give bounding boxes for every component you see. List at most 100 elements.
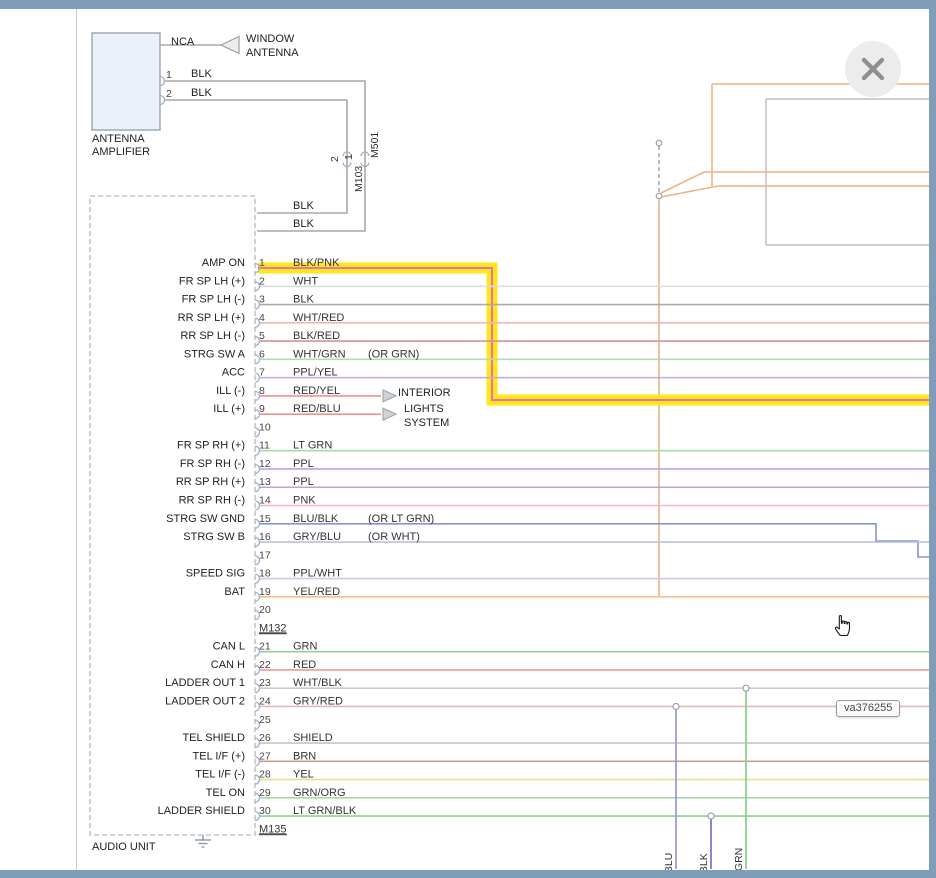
pin-function-label: FR SP RH (+) xyxy=(177,440,245,452)
pin-number: 17 xyxy=(259,549,271,561)
pin-function-label: ACC xyxy=(222,367,245,379)
wire-color-label: BLK xyxy=(191,68,212,80)
window-antenna-label-1: WINDOW xyxy=(246,33,294,45)
wire-color-label: BLK/PNK xyxy=(293,257,340,269)
connector-label-m103[interactable]: M103 xyxy=(353,166,365,192)
system-arrow-icon xyxy=(383,408,396,420)
wiring-diagram-canvas: 1 AMP ON BLK/PNK 2 FR SP LH (+) WHT 3 FR SP LH … xyxy=(0,0,936,878)
junction-node xyxy=(743,685,749,691)
wire-color-label: BLK xyxy=(293,294,314,306)
close-icon xyxy=(845,41,901,97)
wire-color-label: BLK xyxy=(293,218,314,230)
pin-function-label: BAT xyxy=(224,586,245,598)
antenna-amplifier-box[interactable] xyxy=(92,33,160,130)
pin-number: 3 xyxy=(259,294,265,306)
ground-icon xyxy=(195,835,211,847)
wire-color-label: GRY/BLU xyxy=(293,531,341,543)
vertical-wires-layer xyxy=(673,685,749,869)
pin-number: 22 xyxy=(259,659,271,671)
connector-pin-number: 2 xyxy=(329,156,341,162)
pin-function-label: SPEED SIG xyxy=(186,568,245,580)
window-antenna-label-2: ANTENNA xyxy=(246,47,299,59)
pin-number: 6 xyxy=(259,348,265,360)
system-arrow-icon xyxy=(383,390,396,402)
pin-function-label: CAN L xyxy=(213,641,245,653)
pin-rows-layer: 1AMP ONBLK/PNK2FR SP LH (+)WHT3FR SP LH … xyxy=(158,257,929,835)
pin-number: 26 xyxy=(259,732,271,744)
nca-label: NCA xyxy=(171,36,194,48)
wiring-diagram: 1 AMP ON BLK/PNK 2 FR SP LH (+) WHT 3 FR SP LH … xyxy=(0,0,936,878)
pin-number: 15 xyxy=(259,513,271,525)
wire-color-label: PPL xyxy=(293,458,314,470)
pin-function-label: CAN H xyxy=(211,659,245,671)
wire-color-label: RED/YEL xyxy=(293,385,340,397)
wire-color-label: WHT/GRN xyxy=(293,348,346,360)
wire-color-label: GRY/RED xyxy=(293,695,343,707)
wire-color-label: SHIELD xyxy=(293,732,333,744)
connector-label[interactable]: M135 xyxy=(259,823,287,835)
pin-function-label: AMP ON xyxy=(202,257,245,269)
wire-color-label: PPL/YEL xyxy=(293,367,338,379)
highlighted-wire-trace[interactable] xyxy=(258,268,929,400)
wire-orange-branch-2[interactable] xyxy=(661,186,929,197)
pin-function-label: FR SP LH (+) xyxy=(179,275,245,287)
pin-number: 13 xyxy=(259,476,271,488)
pin-number: 9 xyxy=(259,403,265,415)
pin-function-label: TEL I/F (-) xyxy=(195,769,245,781)
wire-color-label: GRN xyxy=(293,641,318,653)
pin-number: 18 xyxy=(259,568,271,580)
antenna-amplifier-label-2: AMPLIFIER xyxy=(92,146,150,158)
wire-color-label: RED/BLU xyxy=(293,403,341,415)
junction-node xyxy=(656,140,662,146)
pin-number: 28 xyxy=(259,769,271,781)
wire-color-label: PPL/WHT xyxy=(293,568,342,580)
pin-number: 20 xyxy=(259,604,271,616)
antenna-amplifier-label-1: ANTENNA xyxy=(92,133,145,145)
pin-number: 12 xyxy=(259,458,271,470)
panel-divider xyxy=(76,9,77,870)
pin-number: 8 xyxy=(259,385,265,397)
wire-color-label: BRN xyxy=(293,750,316,762)
pin-function-label: RR SP LH (-) xyxy=(180,330,245,342)
wire-color-label: WHT xyxy=(293,275,318,287)
pin-number: 30 xyxy=(259,805,271,817)
connector-label-m501[interactable]: M501 xyxy=(369,132,381,158)
wire-color-label: BLK xyxy=(293,200,314,212)
antenna-pin-number: 2 xyxy=(166,88,172,100)
wire-color-label: WHT/RED xyxy=(293,312,344,324)
pin-function-label: TEL SHIELD xyxy=(182,732,245,744)
antenna-pin-number: 1 xyxy=(166,69,172,81)
pin-function-label: STRG SW B xyxy=(183,531,245,543)
pin-number: 1 xyxy=(259,257,265,269)
pin-number: 24 xyxy=(259,695,271,707)
wire-color-label: YEL/RED xyxy=(293,586,340,598)
pin-number: 21 xyxy=(259,641,271,653)
junction-node xyxy=(673,704,679,710)
wire-color-label: YEL xyxy=(293,769,314,781)
wire-color-label: WHT/BLK xyxy=(293,677,343,689)
pin-function-label: STRG SW A xyxy=(184,348,246,360)
pin-function-label: TEL ON xyxy=(206,787,245,799)
pin-number: 5 xyxy=(259,330,265,342)
highlight-layer xyxy=(258,268,929,400)
wire-color-label: PPL xyxy=(293,476,314,488)
tooltip-badge: va376255 xyxy=(836,700,900,717)
connector-pin-number: 1 xyxy=(343,154,355,160)
wire-color-label: PNK xyxy=(293,495,316,507)
pin-number: 16 xyxy=(259,531,271,543)
wire-line[interactable] xyxy=(260,524,929,557)
pin-number: 19 xyxy=(259,586,271,598)
close-button[interactable] xyxy=(845,41,901,97)
pin-number: 29 xyxy=(259,787,271,799)
antenna-blk-wire-2[interactable] xyxy=(165,100,348,213)
wire-color-label: LT GRN xyxy=(293,440,332,452)
pin-function-label: FR SP LH (-) xyxy=(182,294,245,306)
pin-number: 4 xyxy=(259,312,265,324)
connector-label[interactable]: M132 xyxy=(259,622,287,634)
pin-function-label: RR SP LH (+) xyxy=(178,312,245,324)
pin-number: 11 xyxy=(259,440,270,452)
wire-line[interactable] xyxy=(258,268,929,400)
pin-number: 25 xyxy=(259,714,271,726)
pin-function-label: FR SP RH (-) xyxy=(180,458,245,470)
junction-node xyxy=(708,813,714,819)
